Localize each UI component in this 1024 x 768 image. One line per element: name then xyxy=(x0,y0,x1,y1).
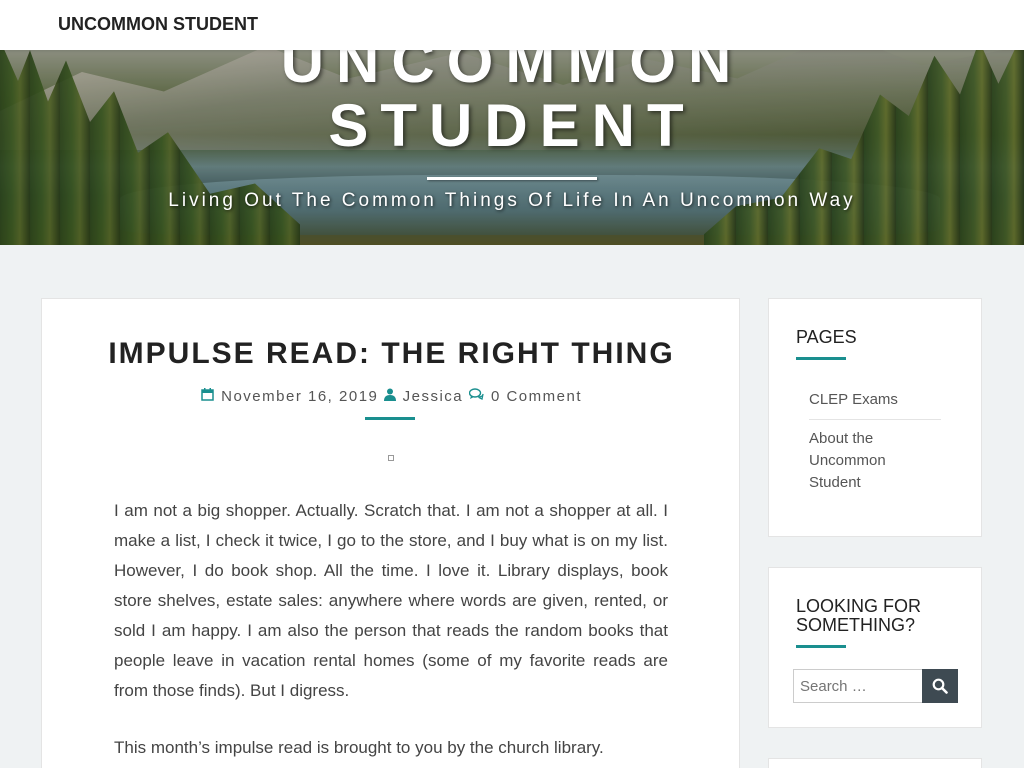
sidebar-widget-partial xyxy=(768,758,982,768)
search-icon xyxy=(932,678,948,694)
pages-title-underline xyxy=(796,357,846,360)
site-title-line2: STUDENT xyxy=(328,92,696,159)
image-placeholder-icon xyxy=(388,455,394,461)
search-widget-title: LOOKING FOR SOMETHING? xyxy=(796,596,922,635)
post-comments-link[interactable]: 0 Comment xyxy=(491,388,582,405)
calendar-icon xyxy=(201,388,219,404)
post-meta: November 16, 2019 Jessica 0 Comment xyxy=(42,388,741,405)
search-button[interactable] xyxy=(922,669,958,703)
post-paragraph-1: I am not a big shopper. Actually. Scratc… xyxy=(114,501,668,700)
post-date-link[interactable]: November 16, 2019 xyxy=(221,388,378,405)
page-link-divider xyxy=(809,419,941,420)
search-title-underline xyxy=(796,645,846,648)
user-icon xyxy=(378,388,400,404)
page-link-about[interactable]: About the Uncommon Student xyxy=(809,428,941,494)
post-author-link[interactable]: Jessica xyxy=(403,388,464,405)
post-title[interactable]: IMPULSE READ: THE RIGHT THING xyxy=(42,337,741,371)
brand-link[interactable]: UNCOMMON STUDENT xyxy=(58,14,258,35)
search-input[interactable] xyxy=(793,669,923,703)
page-link-clep-exams[interactable]: CLEP Exams xyxy=(809,389,941,411)
pages-widget-title: PAGES xyxy=(796,327,857,347)
meta-divider xyxy=(365,417,415,420)
search-widget: LOOKING FOR SOMETHING? xyxy=(768,567,982,728)
title-divider xyxy=(427,177,597,180)
top-navbar: UNCOMMON STUDENT xyxy=(0,0,1024,50)
comments-icon xyxy=(468,388,489,404)
pages-widget: PAGES CLEP Exams About the Uncommon Stud… xyxy=(768,298,982,537)
post-paragraph-2: This month’s impulse read is brought to … xyxy=(114,738,604,757)
site-tagline: Living Out The Common Things Of Life In … xyxy=(168,190,856,211)
article-card: IMPULSE READ: THE RIGHT THING November 1… xyxy=(41,298,740,768)
